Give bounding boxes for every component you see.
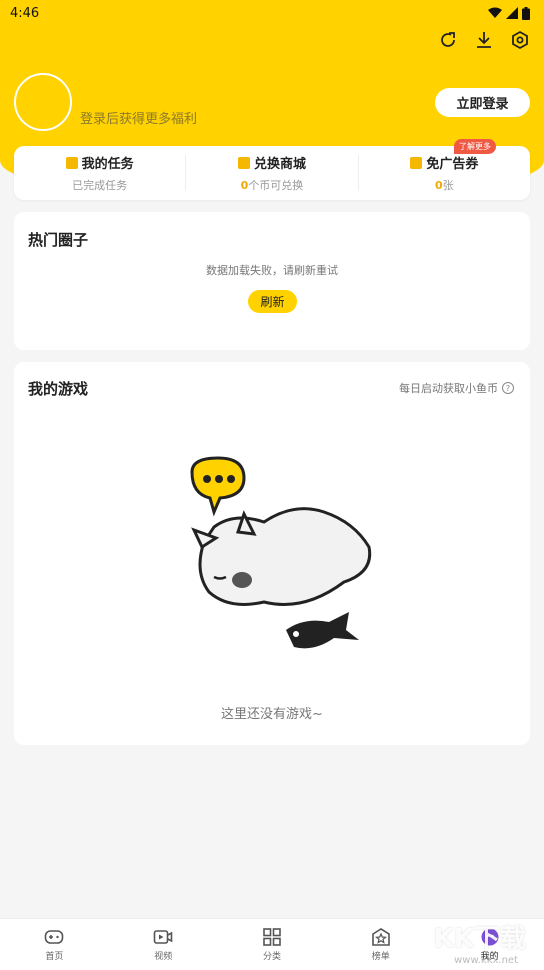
- status-icons: [488, 6, 530, 20]
- wifi-icon: [488, 7, 502, 18]
- status-time: 4:46: [10, 5, 40, 21]
- nav-video-label: 视频: [154, 951, 173, 962]
- ad-free-title: 免广告券: [426, 157, 479, 172]
- load-error-message: 数据加载失败，请刷新重试: [206, 264, 338, 277]
- login-hint[interactable]: 登录后获得更多福利: [80, 108, 197, 127]
- grid-icon: [263, 927, 281, 946]
- daily-coin-hint-text: 每日启动获取小鱼币: [399, 382, 498, 395]
- ad-free-coupon[interactable]: 了解更多 免广告券 0张: [357, 139, 530, 192]
- my-tasks[interactable]: 我的任务 已完成任务: [14, 155, 185, 192]
- settings-icon[interactable]: [510, 30, 530, 50]
- login-button[interactable]: 立即登录: [435, 88, 530, 117]
- nav-category-label: 分类: [262, 951, 281, 962]
- watermark-url: www.kkx.net: [454, 955, 518, 966]
- my-tasks-title: 我的任务: [81, 157, 134, 172]
- gift-icon: [237, 156, 250, 169]
- status-bar: 4:46: [0, 0, 544, 26]
- nav-video[interactable]: 视频: [109, 919, 218, 970]
- empty-cat-illustration: [190, 456, 372, 649]
- download-icon[interactable]: [474, 30, 494, 50]
- refresh-button[interactable]: 刷新: [248, 290, 297, 313]
- my-games-card: 我的游戏 每日启动获取小鱼币 ? 这里还没有游戏~: [14, 362, 530, 745]
- exchange-shop-sub: 个币可兑换: [248, 179, 304, 192]
- learn-more-badge[interactable]: 了解更多: [453, 139, 496, 154]
- empty-games-text: 这里还没有游戏~: [221, 707, 323, 722]
- gamepad-icon: [45, 929, 64, 944]
- watermark-logo: KK下载: [433, 924, 526, 954]
- hot-circle-title: 热门圈子: [28, 231, 89, 249]
- help-icon[interactable]: ?: [502, 382, 514, 394]
- daily-coin-hint[interactable]: 每日启动获取小鱼币 ?: [399, 380, 514, 396]
- nav-ranking[interactable]: 榜单: [326, 919, 435, 970]
- nav-home[interactable]: 首页: [0, 919, 109, 970]
- signal-icon: [506, 7, 518, 19]
- battery-icon: [522, 6, 530, 20]
- nav-ranking-label: 榜单: [371, 951, 390, 962]
- ad-free-sub: 张: [442, 179, 454, 192]
- exchange-shop-title: 兑换商城: [253, 157, 306, 172]
- nav-category[interactable]: 分类: [218, 919, 327, 970]
- hot-circle-card: 热门圈子 数据加载失败，请刷新重试 刷新: [14, 212, 530, 350]
- my-games-title: 我的游戏: [28, 380, 89, 398]
- exchange-shop[interactable]: 兑换商城 0个币可兑换: [185, 155, 357, 192]
- nav-home-label: 首页: [45, 951, 64, 962]
- video-icon: [153, 929, 173, 944]
- refresh-icon[interactable]: [438, 30, 458, 50]
- top-actions: [438, 30, 530, 50]
- coupon-count: 0: [434, 179, 443, 192]
- my-tasks-sub: 已完成任务: [72, 179, 128, 192]
- task-icon: [65, 156, 78, 169]
- avatar[interactable]: [14, 73, 72, 131]
- quick-actions-card: 我的任务 已完成任务 兑换商城 0个币可兑换 了解更多 免广告券 0张: [14, 139, 530, 200]
- coupon-icon: [410, 156, 423, 169]
- ranking-icon: [371, 927, 390, 946]
